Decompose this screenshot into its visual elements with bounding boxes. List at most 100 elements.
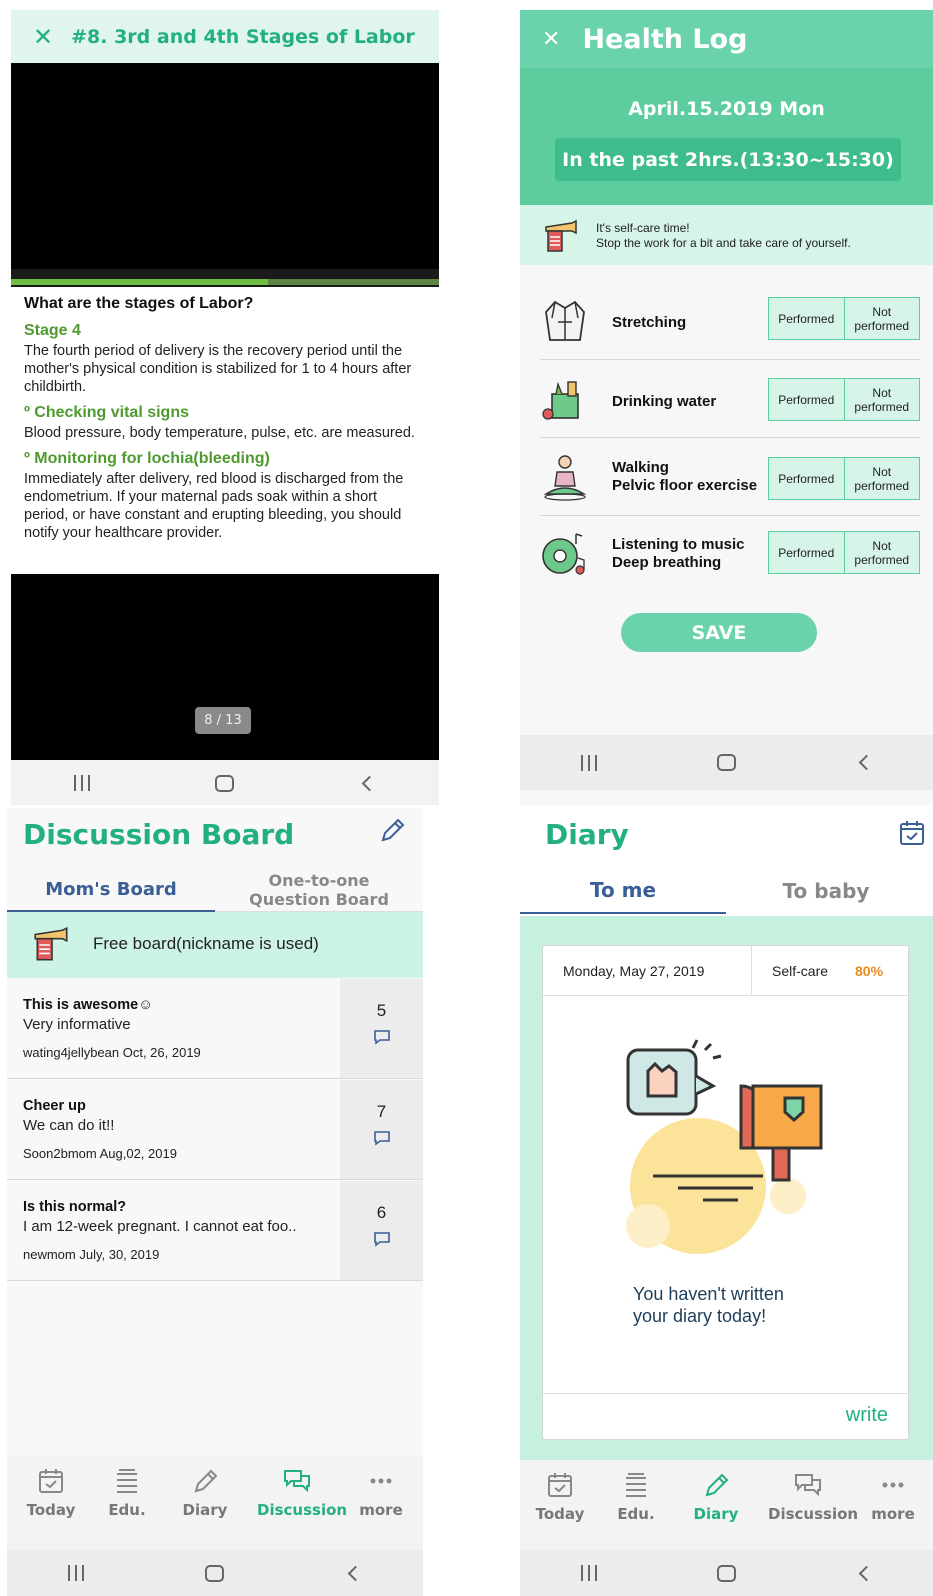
recent-apps-button[interactable] xyxy=(62,768,102,798)
pencil-icon xyxy=(705,1473,729,1497)
list-item[interactable]: Cheer up We can do it!! Soon2bmom Aug,02… xyxy=(7,1080,423,1180)
health-log-screen: ✕ Health Log April.15.2019 Mon In the pa… xyxy=(520,10,933,805)
performance-toggle: Performed Not performed xyxy=(768,457,920,500)
comment-icon xyxy=(374,1232,390,1247)
tab-diary[interactable]: Diary xyxy=(165,1466,245,1519)
tab-edu[interactable]: Edu. xyxy=(87,1466,167,1519)
empty-diary-illustration xyxy=(626,1039,823,1254)
lesson-header: ✕ #8. 3rd and 4th Stages of Labor xyxy=(11,10,439,63)
post-meta: newmom July, 30, 2019 xyxy=(23,1247,160,1262)
grocery-bag-icon xyxy=(542,381,579,420)
selfcare-value: 80% xyxy=(855,963,884,979)
books-icon xyxy=(626,1473,646,1497)
pencil-icon[interactable] xyxy=(377,816,407,846)
post-meta: wating4jellybean Oct, 26, 2019 xyxy=(23,1045,201,1060)
recent-apps-button[interactable] xyxy=(569,748,609,778)
close-icon[interactable]: ✕ xyxy=(33,23,53,51)
tab-more[interactable]: more xyxy=(341,1466,421,1519)
recent-apps-button[interactable] xyxy=(569,1558,609,1588)
performance-toggle: Performed Not performed xyxy=(768,378,920,421)
lesson-question: What are the stages of Labor? xyxy=(24,295,254,312)
comment-icon xyxy=(374,1131,390,1146)
tab-discussion[interactable]: Discussion xyxy=(768,1470,858,1523)
health-item-row: Walking Pelvic floor exercise Performed … xyxy=(540,438,920,516)
close-icon[interactable]: ✕ xyxy=(542,27,560,52)
lesson-title: #8. 3rd and 4th Stages of Labor xyxy=(71,25,415,48)
performed-button[interactable]: Performed xyxy=(769,379,844,420)
home-button[interactable] xyxy=(706,748,746,778)
tab-discussion[interactable]: Discussion xyxy=(257,1466,347,1519)
tab-question-board[interactable]: One-to-one Question Board xyxy=(215,868,423,912)
diary-screen: Diary To me To baby Monday, May 27, 2019… xyxy=(520,808,933,1596)
tab-moms-board[interactable]: Mom's Board xyxy=(7,868,215,912)
lochia-heading: º Monitoring for lochia(bleeding) xyxy=(24,450,270,467)
comment-count: 7 xyxy=(340,1080,423,1179)
back-button[interactable] xyxy=(348,768,388,798)
tab-to-me[interactable]: To me xyxy=(520,868,726,914)
tab-today[interactable]: Today xyxy=(11,1466,91,1519)
meditation-icon xyxy=(543,455,587,501)
not-performed-button[interactable]: Not performed xyxy=(843,379,920,420)
more-dots-icon xyxy=(370,1478,392,1484)
tab-more[interactable]: more xyxy=(853,1470,933,1523)
back-button[interactable] xyxy=(844,1558,884,1588)
megaphone-icon xyxy=(34,926,68,961)
android-nav-bar xyxy=(11,760,439,805)
vital-text: Blood pressure, body temperature, pulse,… xyxy=(24,425,415,441)
list-item[interactable]: Is this normal? I am 12-week pregnant. I… xyxy=(7,1181,423,1281)
performed-button[interactable]: Performed xyxy=(769,458,844,499)
performed-button[interactable]: Performed xyxy=(769,298,844,339)
list-item[interactable]: This is awesome☺ Very informative wating… xyxy=(7,979,423,1079)
tab-edu[interactable]: Edu. xyxy=(596,1470,676,1523)
not-performed-button[interactable]: Not performed xyxy=(843,458,920,499)
recent-apps-button[interactable] xyxy=(56,1558,96,1588)
diary-date: Monday, May 27, 2019 xyxy=(563,963,705,979)
health-item-label: Drinking water xyxy=(612,393,717,410)
post-body: We can do it!! xyxy=(23,1117,115,1134)
home-button[interactable] xyxy=(205,768,245,798)
not-performed-button[interactable]: Not performed xyxy=(843,298,920,339)
post-title: This is awesome☺ xyxy=(23,997,154,1013)
tab-to-baby[interactable]: To baby xyxy=(726,868,926,914)
stage-text: The fourth period of delivery is the rec… xyxy=(24,343,412,395)
stage-heading: Stage 4 xyxy=(24,322,81,339)
health-item-label: Listening to music Deep breathing xyxy=(612,536,745,571)
vital-heading: º Checking vital signs xyxy=(24,404,189,421)
back-button[interactable] xyxy=(334,1558,374,1588)
android-nav-bar xyxy=(7,1550,423,1596)
write-button[interactable]: write xyxy=(846,1404,888,1427)
back-button[interactable] xyxy=(844,748,884,778)
calendar-check-icon xyxy=(39,1469,63,1493)
post-meta: Soon2bmom Aug,02, 2019 xyxy=(23,1146,177,1161)
home-button[interactable] xyxy=(706,1558,746,1588)
page-indicator: 8 / 13 xyxy=(195,707,251,734)
books-icon xyxy=(117,1469,137,1493)
health-item-label: Stretching xyxy=(612,314,687,331)
android-nav-bar xyxy=(520,1550,933,1596)
selfcare-notice: It's self-care time! Stop the work for a… xyxy=(520,205,933,265)
calendar-check-icon[interactable] xyxy=(899,820,925,846)
not-performed-button[interactable]: Not performed xyxy=(843,532,920,573)
home-button[interactable] xyxy=(195,1558,235,1588)
page-title: Discussion Board xyxy=(23,818,295,851)
video-progress-bar[interactable] xyxy=(11,269,439,287)
performance-toggle: Performed Not performed xyxy=(768,297,920,340)
tab-today[interactable]: Today xyxy=(520,1470,600,1523)
comment-icon xyxy=(374,1030,390,1045)
save-button[interactable]: SAVE xyxy=(621,613,817,652)
diary-card: Monday, May 27, 2019 Self-care 80% You h… xyxy=(542,945,909,1440)
bottom-tab-bar: Today Edu. Diary Discussion more xyxy=(520,1460,933,1550)
discussion-screen: Discussion Board Mom's Board One-to-one Q… xyxy=(7,808,423,1596)
music-record-icon xyxy=(542,533,585,575)
performed-button[interactable]: Performed xyxy=(769,532,844,573)
tab-diary[interactable]: Diary xyxy=(676,1470,756,1523)
performance-toggle: Performed Not performed xyxy=(768,531,920,574)
android-nav-bar xyxy=(520,735,933,790)
lesson-content: What are the stages of Labor? Stage 4 Th… xyxy=(24,295,424,550)
health-log-header: ✕ Health Log xyxy=(520,10,933,68)
robe-icon xyxy=(545,300,585,341)
video-player[interactable] xyxy=(11,63,439,269)
selfcare-label: Self-care xyxy=(772,963,829,979)
bottom-tab-bar: Today Edu. Diary Discussion more xyxy=(7,1456,423,1550)
health-item-label: Walking Pelvic floor exercise xyxy=(612,459,758,494)
